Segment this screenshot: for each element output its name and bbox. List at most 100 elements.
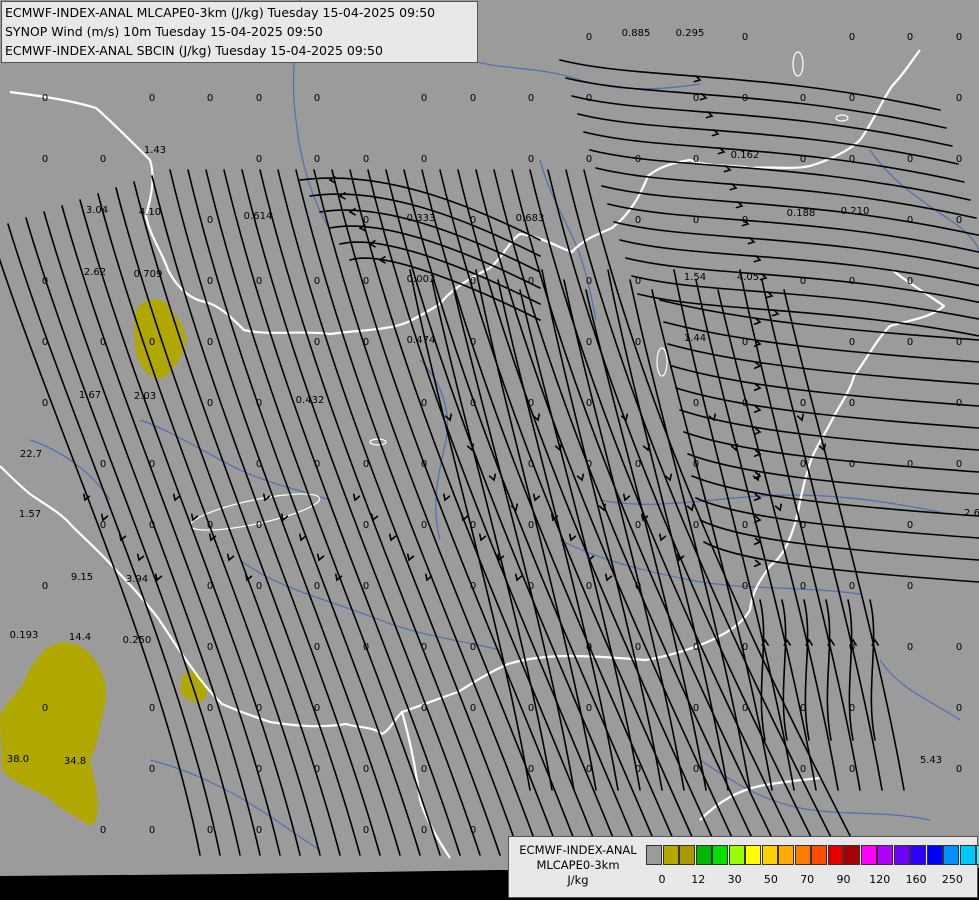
cin-value-label: 0	[849, 337, 855, 348]
cin-value-label: 0	[742, 32, 748, 43]
cin-value-label: 0	[586, 337, 592, 348]
cin-value-label: 0	[635, 642, 641, 653]
cin-value-label: 0	[42, 154, 48, 165]
cin-value-label: 0	[635, 581, 641, 592]
cin-value-label: 0	[956, 32, 962, 43]
cin-value-label: 0	[207, 581, 213, 592]
cin-value-label: 0	[693, 215, 699, 226]
cin-value-label: 0	[363, 764, 369, 775]
cin-value-label: 0	[800, 581, 806, 592]
cin-value-label: 0	[256, 459, 262, 470]
cin-value-label: 0	[907, 276, 913, 287]
cin-value-label: 0	[528, 520, 534, 531]
cin-value-label: 0	[149, 459, 155, 470]
cin-value-label: 0.250	[123, 635, 152, 646]
cin-value-label: 0	[586, 93, 592, 104]
cin-value-label: 0	[421, 642, 427, 653]
cin-value-label: 0	[742, 215, 748, 226]
cin-value-label: 0	[470, 398, 476, 409]
cin-value-label: 0	[742, 398, 748, 409]
legend-tick-label: 160	[905, 873, 927, 886]
legend-swatch	[646, 845, 662, 865]
cin-value-label: 0	[849, 642, 855, 653]
cin-value-label: 0	[256, 764, 262, 775]
cin-value-label: 0.614	[244, 211, 273, 222]
cin-value-label: 0	[693, 520, 699, 531]
cin-value-label: 0	[421, 764, 427, 775]
cin-value-label: 0	[363, 276, 369, 287]
cin-value-label: 0	[363, 215, 369, 226]
cin-value-label: 0	[586, 276, 592, 287]
cin-value-label: 0	[100, 825, 106, 836]
cin-value-label: 0	[956, 398, 962, 409]
cin-value-label: 0	[907, 215, 913, 226]
cin-value-label: 0	[314, 642, 320, 653]
cin-value-label: 0	[849, 93, 855, 104]
cape-legend: ECMWF-INDEX-ANAL MLCAPE0-3km J/kg 0 12 30 5…	[508, 836, 979, 898]
cin-value-label: 0	[800, 154, 806, 165]
cin-value-label: 0	[956, 215, 962, 226]
cin-value-label: 0	[528, 581, 534, 592]
title-line-cin: ECMWF-INDEX-ANAL SBCIN (J/kg) Tuesday 15…	[5, 43, 383, 58]
cin-value-label: 0	[907, 337, 913, 348]
cin-value-label: 0	[470, 215, 476, 226]
cin-value-label: 0	[956, 93, 962, 104]
cin-value-label: 0	[907, 581, 913, 592]
cin-value-label: 0	[42, 337, 48, 348]
cin-value-label: 0	[693, 93, 699, 104]
legend-tick-label: 70	[800, 873, 815, 886]
cin-value-label: 0	[363, 825, 369, 836]
cin-value-label: 0.474	[407, 335, 436, 346]
cin-value-label: 0	[528, 703, 534, 714]
cin-value-label: 0.162	[731, 150, 760, 161]
cin-value-label: 3.94	[126, 574, 148, 585]
cin-value-label: 0	[800, 93, 806, 104]
cin-value-label: 0	[849, 459, 855, 470]
cin-value-label: 0	[470, 825, 476, 836]
cin-value-label: 0	[693, 703, 699, 714]
cin-value-label: 0	[800, 459, 806, 470]
cin-value-label: 3.04	[86, 205, 108, 216]
cin-value-label: 0	[849, 581, 855, 592]
cin-value-label: 0	[470, 581, 476, 592]
cin-value-label: 0	[256, 825, 262, 836]
legend-unit: J/kg	[567, 873, 589, 887]
cin-value-label: 0	[528, 154, 534, 165]
cin-value-label: 0	[207, 825, 213, 836]
cin-value-label: 0	[635, 215, 641, 226]
cin-value-label: 2.6	[964, 508, 979, 519]
cin-value-label: 0	[693, 398, 699, 409]
cin-value-label: 0	[421, 703, 427, 714]
cin-value-label: 0	[149, 703, 155, 714]
legend-swatch	[662, 845, 679, 865]
cin-value-label: 0	[849, 276, 855, 287]
cin-value-label: 0	[907, 642, 913, 653]
cin-value-label: 0	[100, 337, 106, 348]
cin-value-label: 0	[363, 642, 369, 653]
title-line-cape: ECMWF-INDEX-ANAL MLCAPE0-3km (J/kg) Tues…	[5, 5, 436, 20]
cin-value-label: 2.62	[84, 267, 106, 278]
cin-value-label: 0	[256, 276, 262, 287]
cin-value-label: 0	[800, 703, 806, 714]
legend-swatch	[860, 845, 877, 865]
cin-value-label: 0	[149, 337, 155, 348]
cin-value-label: 0	[849, 764, 855, 775]
cin-value-label: 38.0	[7, 754, 29, 765]
cin-value-label: 0	[800, 764, 806, 775]
cin-value-label: 0	[635, 154, 641, 165]
cin-value-label: 0	[742, 520, 748, 531]
cin-value-label: 0	[693, 154, 699, 165]
legend-tick-label: 90	[836, 873, 851, 886]
cin-value-label: 4.05	[737, 272, 759, 283]
cin-value-label: 0	[207, 642, 213, 653]
cin-value-label: 0	[528, 276, 534, 287]
cin-value-label: 0	[693, 764, 699, 775]
cin-value-label: 0	[314, 337, 320, 348]
cin-value-label: 0	[586, 459, 592, 470]
cin-value-label: 0	[635, 276, 641, 287]
cin-value-label: 0	[849, 154, 855, 165]
legend-swatch	[926, 845, 943, 865]
cin-value-label: 0	[314, 581, 320, 592]
cin-value-label: 0	[100, 520, 106, 531]
legend-swatch	[712, 845, 728, 865]
